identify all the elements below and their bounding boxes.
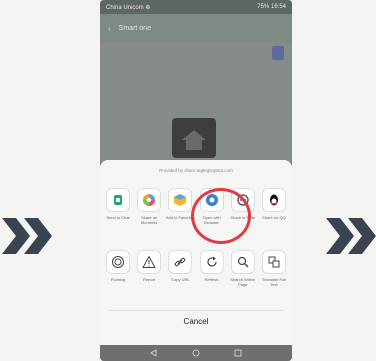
link-icon [168, 250, 193, 274]
share-option-label: Send to Chat [106, 215, 130, 220]
tools-row: Floating Report Copy URL Refresh Search … [104, 250, 288, 287]
share-qq-button[interactable]: Share on QQ [260, 188, 288, 225]
qq-penguin-icon [261, 188, 286, 212]
refresh-icon [199, 250, 224, 274]
bookmark-icon[interactable] [272, 46, 284, 60]
send-to-chat-button[interactable]: Send to Chat [104, 188, 132, 225]
warning-icon [137, 250, 162, 274]
home-circle-icon[interactable] [192, 349, 200, 357]
copy-url-button[interactable]: Copy URL [166, 250, 194, 287]
tool-option-label: Report [143, 277, 156, 282]
tool-option-label: Floating [110, 277, 126, 282]
translate-button[interactable]: Translate Full Text [260, 250, 288, 287]
navigation-bar [100, 345, 292, 361]
translate-icon [261, 250, 286, 274]
report-button[interactable]: Report [135, 250, 163, 287]
share-option-label: Share on Moments [140, 215, 158, 225]
tool-option-label: Search Within Page [230, 277, 256, 287]
app-bar: ‹ Smart one [100, 14, 292, 42]
highlight-circle [191, 188, 251, 244]
right-double-chevron-icon [2, 218, 52, 254]
floating-icon [106, 250, 130, 274]
refresh-button[interactable]: Refresh [198, 250, 226, 287]
search-icon [230, 250, 255, 274]
tool-option-label: Translate Full Text [261, 277, 286, 287]
moments-icon [137, 188, 162, 212]
divider [108, 310, 284, 311]
page-title: Smart one [118, 24, 151, 32]
favorite-cube-icon [168, 188, 193, 212]
phone-screen: China Unicom ⊕ 75% 16:54 ‹ Smart one Pro… [100, 0, 292, 361]
chat-send-icon [106, 188, 130, 212]
recents-square-icon[interactable] [234, 349, 242, 357]
battery-level: 75% [257, 4, 270, 10]
status-bar: China Unicom ⊕ 75% 16:54 [100, 0, 292, 14]
status-right: 75% 16:54 [257, 4, 286, 10]
provider-caption: Provided by share.tegtegtegtegt.com [159, 168, 233, 173]
share-option-label: Share on QQ [262, 215, 286, 220]
right-double-chevron-icon [326, 218, 376, 254]
tool-option-label: Refresh [204, 277, 219, 282]
cancel-button[interactable]: Cancel [100, 317, 292, 326]
home-logo-icon [172, 118, 216, 158]
clock: 16:54 [270, 4, 286, 10]
back-triangle-icon[interactable] [150, 349, 158, 357]
search-within-page-button[interactable]: Search Within Page [229, 250, 257, 287]
back-icon[interactable]: ‹ [108, 24, 111, 33]
tool-option-label: Copy URL [171, 277, 190, 282]
share-moments-button[interactable]: Share on Moments [135, 188, 163, 225]
floating-button[interactable]: Floating [104, 250, 132, 287]
share-sheet: Provided by share.tegtegtegtegt.com Send… [100, 160, 292, 345]
add-favorites-button[interactable]: Add to Favorites [166, 188, 195, 225]
carrier-label: China Unicom ⊕ [106, 4, 151, 11]
